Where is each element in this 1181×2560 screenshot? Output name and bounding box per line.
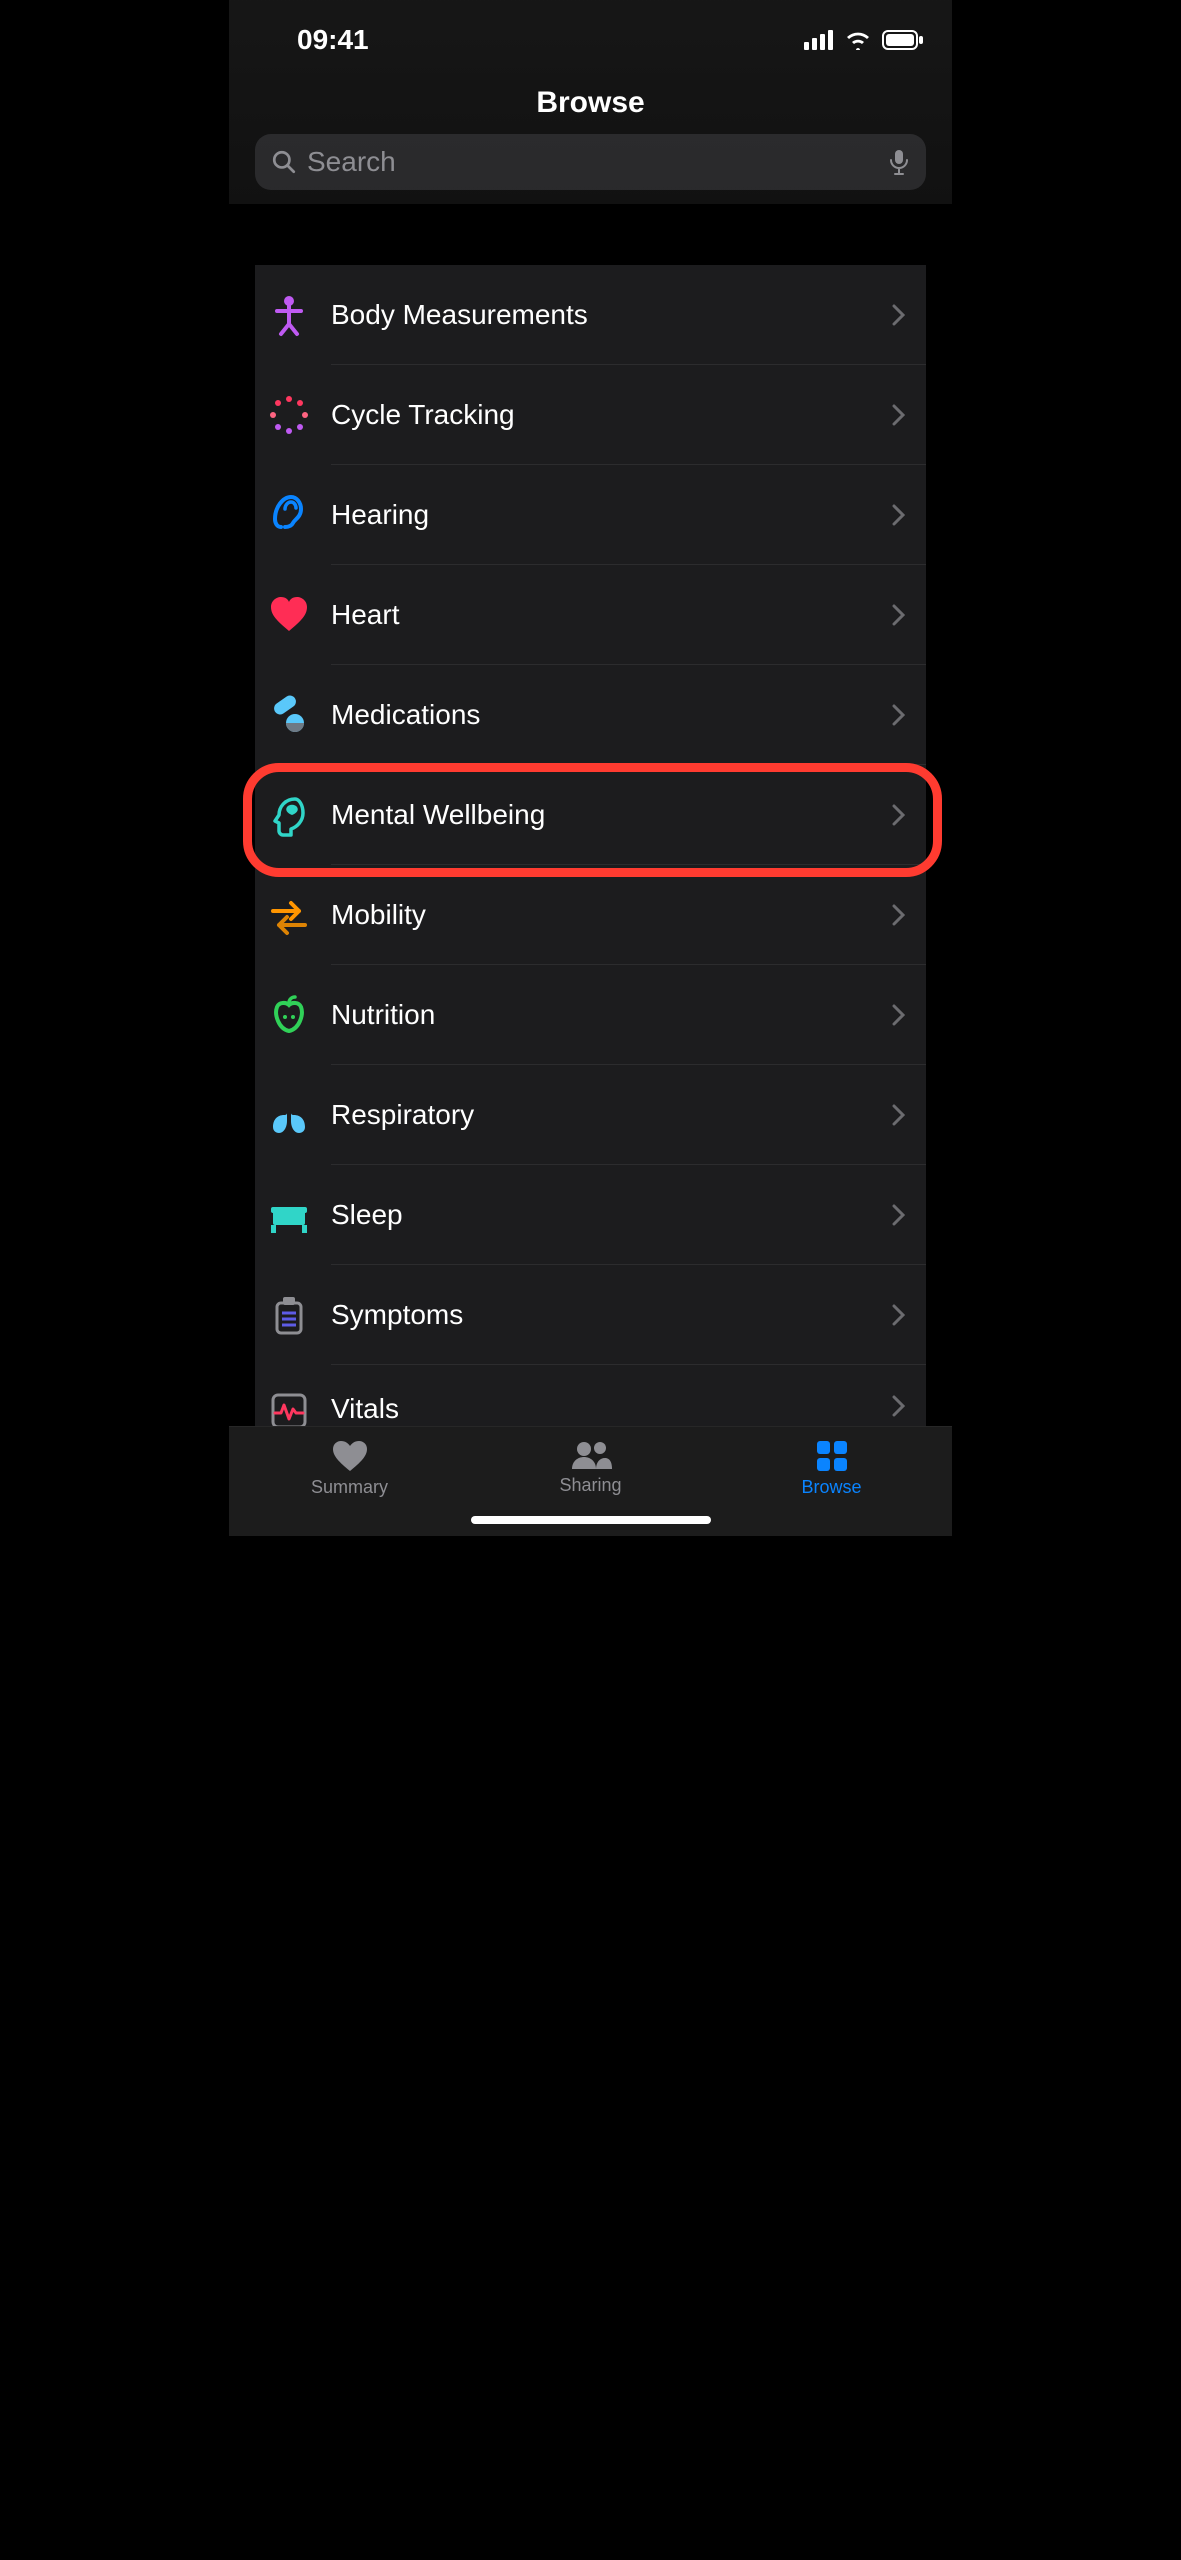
category-label: Respiratory <box>331 1099 892 1131</box>
category-label: Mobility <box>331 899 892 931</box>
tab-label: Sharing <box>559 1475 621 1496</box>
chevron-right-icon <box>892 404 906 426</box>
chevron-right-icon <box>892 804 906 826</box>
category-mobility[interactable]: Mobility <box>255 865 926 965</box>
category-label: Heart <box>331 599 892 631</box>
category-cycle-tracking[interactable]: Cycle Tracking <box>255 365 926 465</box>
category-label: Body Measurements <box>331 299 892 331</box>
chevron-right-icon <box>892 304 906 326</box>
people-icon <box>568 1439 614 1471</box>
status-bar: 09:41 <box>229 0 952 68</box>
wifi-icon <box>844 30 872 50</box>
grid-icon <box>815 1439 849 1473</box>
category-respiratory[interactable]: Respiratory <box>255 1065 926 1165</box>
category-vitals[interactable]: Vitals <box>255 1365 926 1426</box>
search-placeholder: Search <box>307 146 878 178</box>
microphone-icon[interactable] <box>888 148 910 176</box>
category-sleep[interactable]: Sleep <box>255 1165 926 1265</box>
category-label: Mental Wellbeing <box>331 799 892 831</box>
category-nutrition[interactable]: Nutrition <box>255 965 926 1065</box>
category-hearing[interactable]: Hearing <box>255 465 926 565</box>
sleep-icon <box>261 1187 317 1243</box>
mobility-icon <box>261 887 317 943</box>
search-icon <box>271 149 297 175</box>
chevron-right-icon <box>892 1204 906 1226</box>
search-input[interactable]: Search <box>255 134 926 190</box>
tab-browse[interactable]: Browse <box>711 1427 952 1536</box>
heart-filled-icon <box>331 1439 369 1473</box>
body-measurements-icon <box>261 287 317 343</box>
battery-icon <box>882 30 924 50</box>
header: 09:41 Browse Search <box>229 0 952 204</box>
status-time: 09:41 <box>297 24 369 56</box>
home-indicator[interactable] <box>471 1516 711 1524</box>
category-mental-wellbeing[interactable]: Mental Wellbeing <box>255 765 926 865</box>
chevron-right-icon <box>892 1004 906 1026</box>
category-medications[interactable]: Medications <box>255 665 926 765</box>
category-body-measurements[interactable]: Body Measurements <box>255 265 926 365</box>
status-icons <box>804 30 924 50</box>
respiratory-icon <box>261 1087 317 1143</box>
category-symptoms[interactable]: Symptoms <box>255 1265 926 1365</box>
tab-summary[interactable]: Summary <box>229 1427 470 1536</box>
medications-icon <box>261 687 317 743</box>
signal-icon <box>804 30 834 50</box>
chevron-right-icon <box>892 904 906 926</box>
chevron-right-icon <box>892 1104 906 1126</box>
screen: 09:41 Browse Search Body M <box>229 0 952 1536</box>
vitals-icon <box>261 1383 317 1426</box>
tab-label: Summary <box>311 1477 388 1498</box>
chevron-right-icon <box>892 1304 906 1326</box>
category-label: Hearing <box>331 499 892 531</box>
chevron-right-icon <box>892 704 906 726</box>
chevron-right-icon <box>892 1395 906 1417</box>
page-title: Browse <box>229 68 952 134</box>
hearing-icon <box>261 487 317 543</box>
nutrition-icon <box>261 987 317 1043</box>
category-label: Symptoms <box>331 1299 892 1331</box>
heart-icon <box>261 587 317 643</box>
category-heart[interactable]: Heart <box>255 565 926 665</box>
category-list: Body Measurements Cycle Tracking <box>229 243 952 1426</box>
chevron-right-icon <box>892 504 906 526</box>
category-label: Medications <box>331 699 892 731</box>
category-label: Sleep <box>331 1199 892 1231</box>
chevron-right-icon <box>892 604 906 626</box>
mental-wellbeing-icon <box>261 787 317 843</box>
category-label: Nutrition <box>331 999 892 1031</box>
tab-label: Browse <box>801 1477 861 1498</box>
cycle-tracking-icon <box>261 387 317 443</box>
category-label: Cycle Tracking <box>331 399 892 431</box>
symptoms-icon <box>261 1287 317 1343</box>
category-label: Vitals <box>331 1393 892 1425</box>
